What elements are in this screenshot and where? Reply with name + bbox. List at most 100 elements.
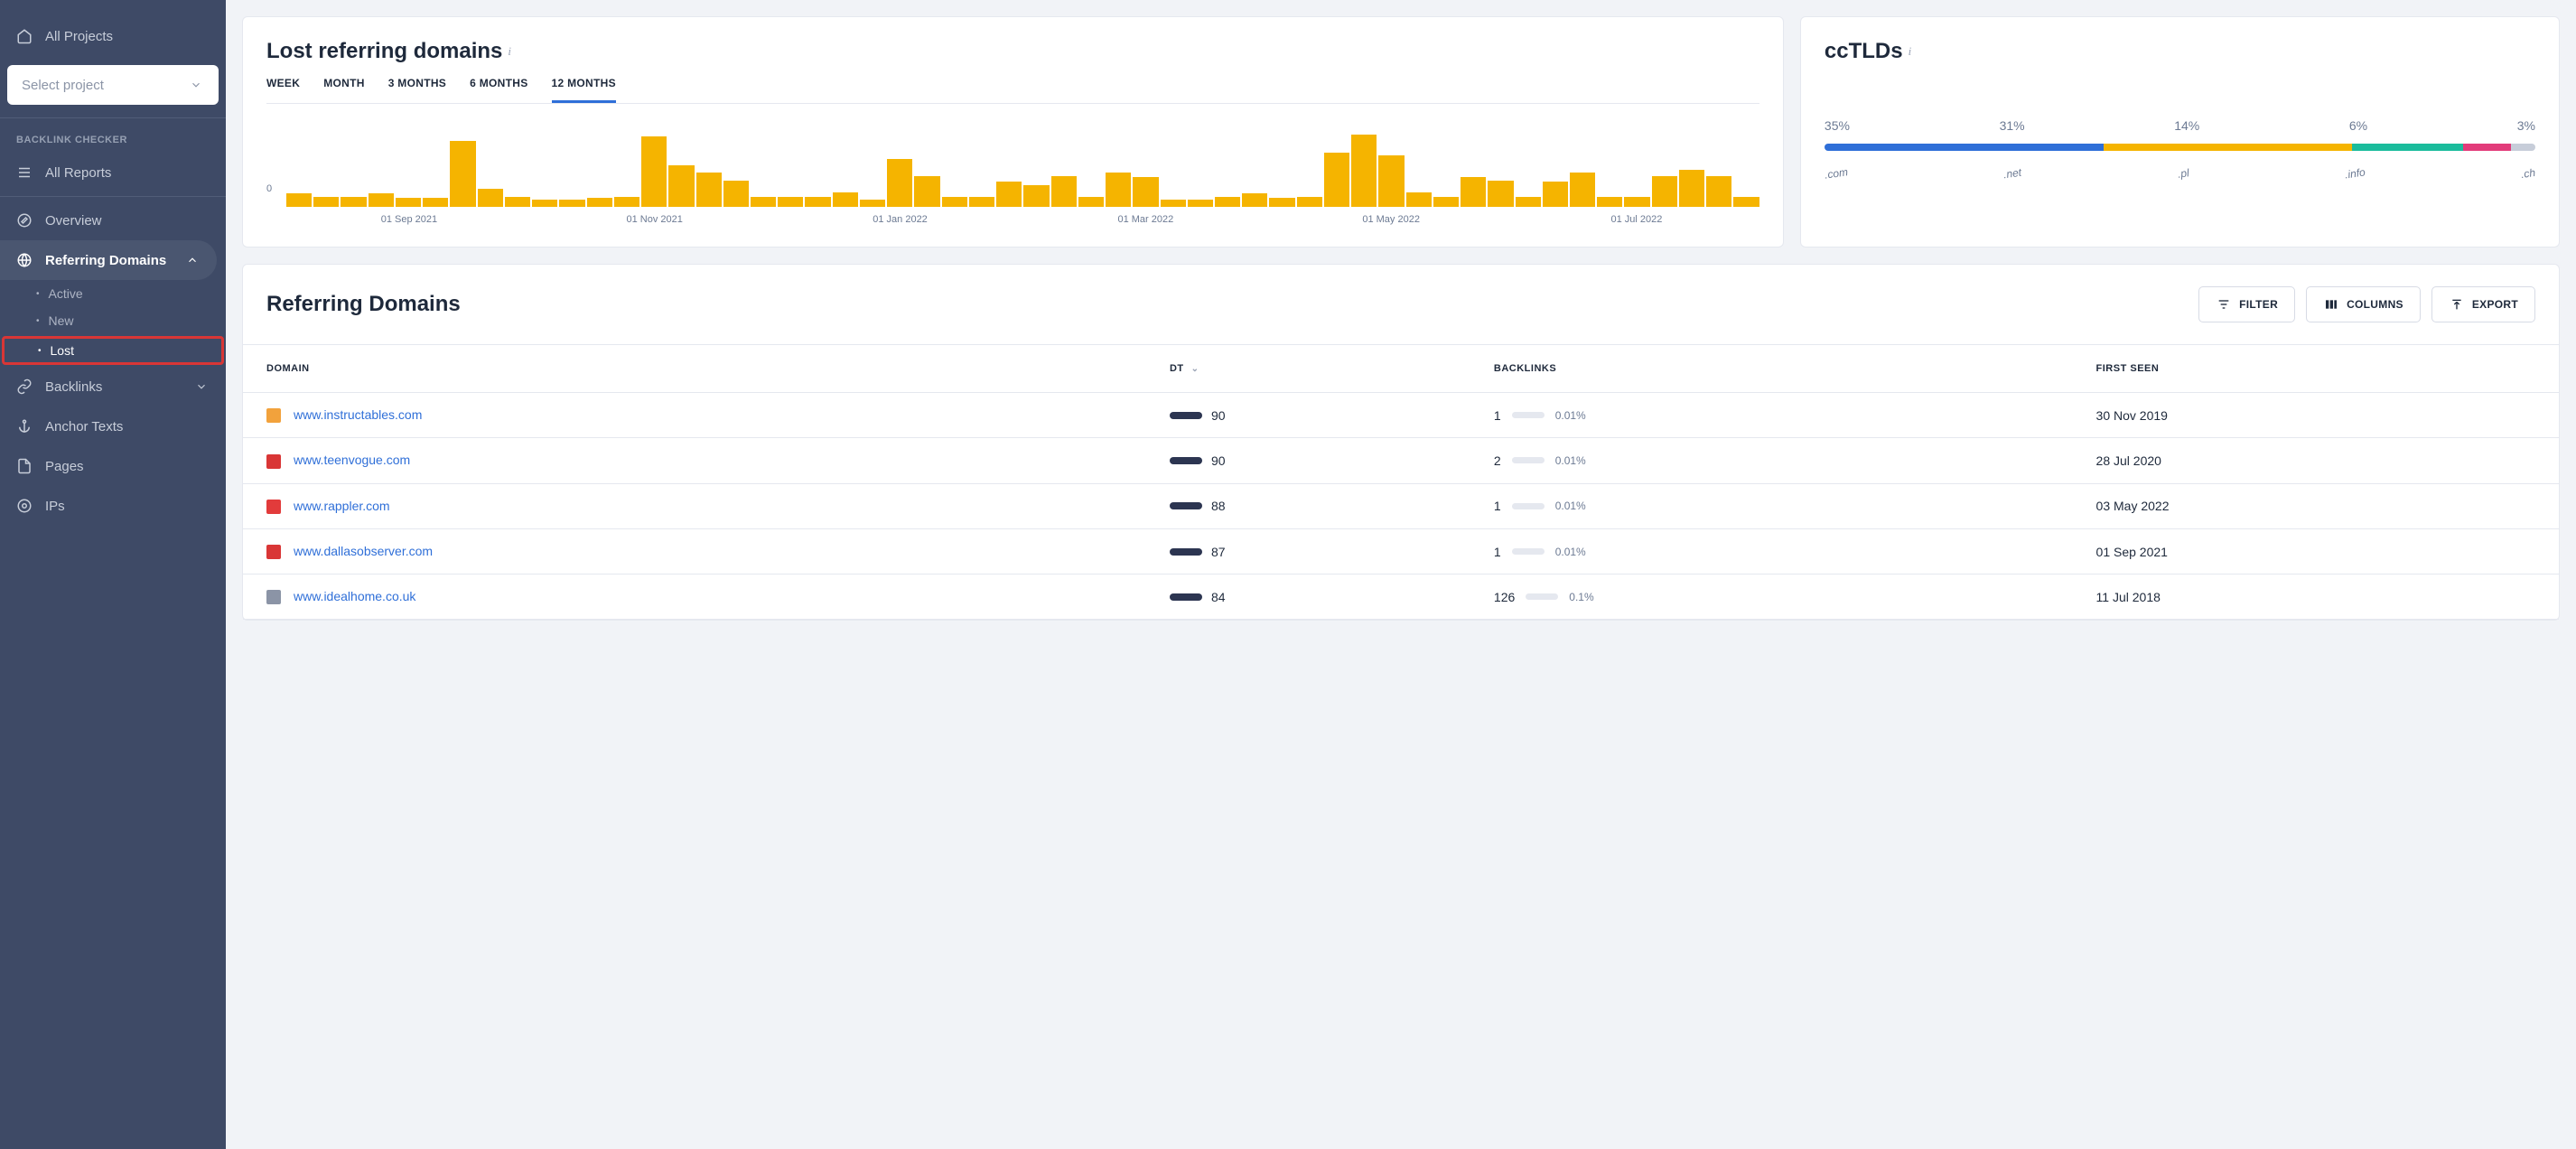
x-label: 01 Jan 2022 <box>778 214 1023 225</box>
chart-bar <box>1215 197 1240 207</box>
backlinks-bar <box>1512 412 1545 418</box>
chart-bar <box>914 176 939 207</box>
time-tab[interactable]: 3 MONTHS <box>388 77 446 103</box>
backlinks-count: 126 <box>1494 590 1515 604</box>
file-icon <box>16 458 33 474</box>
time-tab[interactable]: MONTH <box>323 77 365 103</box>
domain-link[interactable]: www.idealhome.co.uk <box>294 589 415 603</box>
chart-bar <box>532 200 557 207</box>
tld-segment <box>2352 144 2464 151</box>
select-project-label: Select project <box>22 78 104 93</box>
sidebar-item-all-reports[interactable]: All Reports <box>0 153 226 192</box>
tld-percents: 35%31%14%6%3% <box>1825 118 2535 133</box>
pages-label: Pages <box>45 459 84 474</box>
chart-bar <box>369 193 394 207</box>
chart-bar <box>1706 176 1731 207</box>
info-icon[interactable]: i <box>1909 44 1912 59</box>
table-title: Referring Domains <box>266 292 461 317</box>
sidebar-item-referring-domains[interactable]: Referring Domains <box>0 240 217 280</box>
chart-bar <box>313 197 339 207</box>
chart-bar <box>942 197 967 207</box>
chart-bar <box>1624 197 1649 207</box>
lost-referring-domains-card: Lost referring domains i WEEKMONTH3 MONT… <box>242 16 1784 248</box>
backlinks-label: Backlinks <box>45 379 102 395</box>
domain-link[interactable]: www.rappler.com <box>294 499 390 513</box>
time-tab[interactable]: 12 MONTHS <box>552 77 616 103</box>
chart-bar <box>668 165 694 207</box>
referring-domains-label: Referring Domains <box>45 253 166 268</box>
tld-percent: 31% <box>2000 118 2025 133</box>
chevron-up-icon <box>184 252 201 268</box>
dt-bar <box>1170 457 1202 464</box>
favicon <box>266 500 281 514</box>
backlinks-percent: 0.01% <box>1555 454 1586 467</box>
tld-percent: 14% <box>2174 118 2199 133</box>
columns-button[interactable]: COLUMNS <box>2306 286 2421 322</box>
sidebar: All Projects Select project BACKLINK CHE… <box>0 0 226 1149</box>
favicon <box>266 545 281 559</box>
tld-percent: 6% <box>2349 118 2367 133</box>
home-icon <box>16 28 33 44</box>
chart-bar <box>614 197 639 207</box>
tld-label: .net <box>2002 166 2022 182</box>
chart-bar <box>969 197 994 207</box>
sidebar-sub-new[interactable]: •New <box>0 307 226 334</box>
chart-bar <box>450 141 475 207</box>
col-backlinks[interactable]: BACKLINKS <box>1470 345 2073 393</box>
chart-bar <box>341 197 366 207</box>
dt-value: 88 <box>1211 499 1226 513</box>
chart-bar <box>1023 185 1049 207</box>
col-domain[interactable]: DOMAIN <box>243 345 1146 393</box>
export-button[interactable]: EXPORT <box>2431 286 2535 322</box>
sidebar-sub-lost[interactable]: •Lost <box>2 336 224 365</box>
tld-segment <box>2511 144 2535 151</box>
tld-label: .com <box>1824 165 1849 181</box>
sidebar-section-backlink: BACKLINK CHECKER <box>0 122 226 153</box>
backlinks-bar <box>1512 548 1545 555</box>
domain-link[interactable]: www.dallasobserver.com <box>294 544 433 558</box>
referring-domains-table: DOMAIN DT⌄ BACKLINKS FIRST SEEN www.inst… <box>243 344 2559 620</box>
columns-icon <box>2323 296 2339 313</box>
chart-bar <box>751 197 776 207</box>
filter-button[interactable]: FILTER <box>2198 286 2295 322</box>
domain-link[interactable]: www.teenvogue.com <box>294 453 410 467</box>
tld-segment <box>2463 144 2511 151</box>
chart-bar <box>1433 197 1459 207</box>
sidebar-item-all-projects[interactable]: All Projects <box>0 16 226 56</box>
ips-label: IPs <box>45 499 65 514</box>
domain-link[interactable]: www.instructables.com <box>294 407 422 422</box>
sidebar-item-ips[interactable]: IPs <box>0 486 226 526</box>
chart-bar <box>286 193 312 207</box>
chart-bar <box>805 197 830 207</box>
dt-bar <box>1170 593 1202 601</box>
backlinks-bar <box>1512 503 1545 509</box>
time-tab[interactable]: 6 MONTHS <box>470 77 527 103</box>
bar-chart: 0 <box>266 117 1759 207</box>
anchor-texts-label: Anchor Texts <box>45 419 123 434</box>
select-project-dropdown[interactable]: Select project <box>7 65 219 105</box>
backlinks-percent: 0.1% <box>1569 591 1593 603</box>
sidebar-item-overview[interactable]: Overview <box>0 201 226 240</box>
chart-bar <box>887 159 912 207</box>
sidebar-item-pages[interactable]: Pages <box>0 446 226 486</box>
col-first-seen[interactable]: FIRST SEEN <box>2073 345 2559 393</box>
chevron-down-icon <box>193 378 210 395</box>
anchor-icon <box>16 418 33 434</box>
sidebar-item-backlinks[interactable]: Backlinks <box>0 367 226 406</box>
time-tab[interactable]: WEEK <box>266 77 300 103</box>
chart-bar <box>1597 197 1622 207</box>
col-dt[interactable]: DT⌄ <box>1146 345 1470 393</box>
sidebar-item-anchor-texts[interactable]: Anchor Texts <box>0 406 226 446</box>
chevron-down-icon <box>188 77 204 93</box>
cctlds-card: ccTLDs i 35%31%14%6%3% .com.net.pl.info.… <box>1800 16 2560 248</box>
all-reports-label: All Reports <box>45 165 111 181</box>
info-icon[interactable]: i <box>508 44 511 59</box>
first-seen-value: 28 Jul 2020 <box>2073 438 2559 483</box>
backlinks-percent: 0.01% <box>1555 409 1586 422</box>
dt-value: 87 <box>1211 545 1226 559</box>
chart-bar <box>1269 198 1294 207</box>
chart-bar <box>478 189 503 207</box>
x-label: 01 May 2022 <box>1268 214 1514 225</box>
sidebar-sub-active[interactable]: •Active <box>0 280 226 307</box>
list-icon <box>16 164 33 181</box>
